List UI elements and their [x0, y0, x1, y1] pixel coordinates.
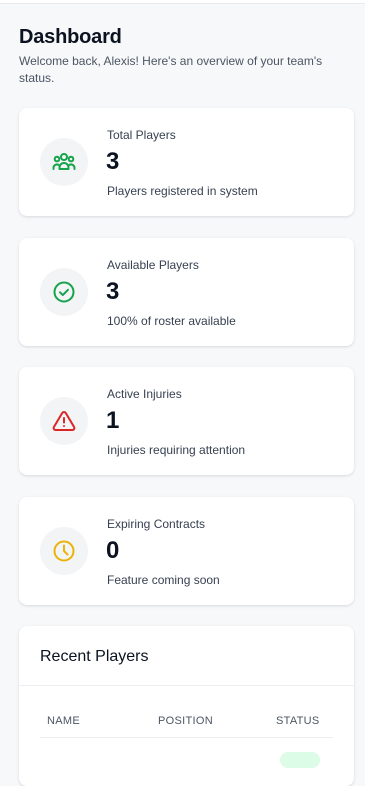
stat-icon-container — [40, 268, 88, 316]
stat-note: Injuries requiring attention — [107, 443, 246, 457]
page-subtitle: Welcome back, Alexis! Here's an overview… — [19, 54, 323, 85]
users-icon — [52, 153, 76, 170]
divider — [19, 685, 354, 686]
stat-card-active-injuries: Active Injuries 1 Injuries requiring att… — [19, 367, 354, 475]
stat-card-expiring-contracts: Expiring Contracts 0 Feature coming soon — [19, 497, 354, 605]
page-title: Dashboard — [19, 26, 122, 48]
stat-card-available-players: Available Players 3 100% of roster avail… — [19, 238, 354, 346]
stat-icon-container — [40, 527, 88, 575]
recent-players-title: Recent Players — [40, 648, 149, 665]
column-header-position[interactable]: POSITION — [158, 715, 213, 727]
table-header-divider — [40, 737, 333, 738]
stat-note: 100% of roster available — [107, 314, 236, 328]
stat-label: Total Players — [107, 128, 176, 142]
stat-label: Active Injuries — [107, 387, 182, 401]
status-badge — [280, 752, 320, 768]
stat-value: 1 — [106, 407, 120, 434]
column-header-name[interactable]: NAME — [47, 715, 80, 727]
stat-card-total-players: Total Players 3 Players registered in sy… — [19, 108, 354, 216]
stat-label: Expiring Contracts — [107, 517, 206, 531]
top-edge — [0, 0, 365, 4]
stat-value: 3 — [106, 278, 120, 305]
stat-value: 3 — [106, 148, 120, 175]
clock-icon — [53, 540, 75, 562]
alert-triangle-icon — [52, 410, 76, 431]
stat-value: 0 — [106, 537, 120, 564]
recent-players-panel: Recent Players NAME POSITION STATUS — [19, 626, 354, 786]
stat-note: Feature coming soon — [107, 573, 220, 587]
stat-icon-container — [40, 397, 88, 445]
stat-icon-container — [40, 138, 88, 186]
column-header-status[interactable]: STATUS — [276, 715, 320, 727]
stat-label: Available Players — [107, 258, 199, 272]
check-circle-icon — [53, 281, 75, 303]
stat-note: Players registered in system — [107, 184, 258, 198]
